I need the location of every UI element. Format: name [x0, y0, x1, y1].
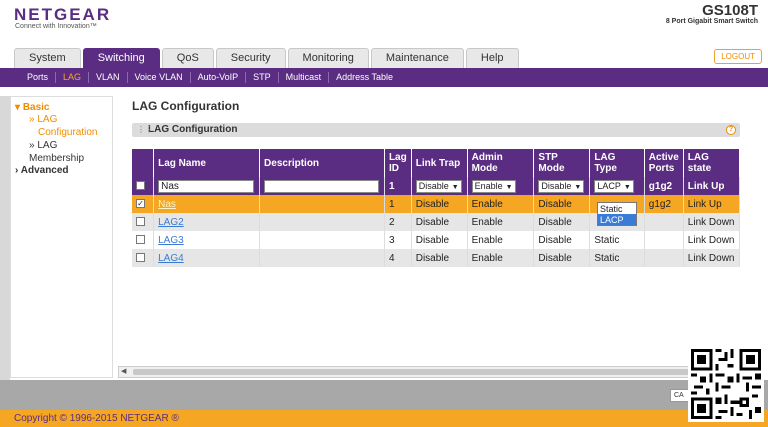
lag-name-link[interactable]: LAG4	[158, 253, 184, 264]
header-link-trap[interactable]: Link Trap	[411, 149, 468, 177]
qr-code-icon	[688, 346, 764, 422]
subnav-ports[interactable]: Ports	[20, 72, 57, 83]
dropdown-arrow-icon: ▼	[574, 183, 582, 191]
button-bar	[0, 380, 768, 410]
nav-basic[interactable]: ▾ Basic	[15, 102, 110, 113]
subnav-lag[interactable]: LAG	[56, 72, 90, 83]
lag-type-select[interactable]: LACP ▼	[594, 179, 634, 193]
row-checkbox[interactable]	[136, 253, 145, 263]
lag-name-link[interactable]: LAG2	[158, 217, 184, 228]
scrollbar-thumb[interactable]	[133, 369, 693, 375]
subnav-voice-vlan[interactable]: Voice VLAN	[128, 72, 191, 83]
lag-type-dropdown-list: Static LACP	[597, 202, 637, 226]
lag-name-link[interactable]: LAG3	[158, 235, 184, 246]
tab-security[interactable]: Security	[215, 48, 286, 68]
logo-tagline: Connect with Innovation™	[15, 23, 97, 30]
dropdown-arrow-icon: ▼	[623, 183, 631, 191]
header-admin-mode[interactable]: Admin Mode	[467, 149, 535, 177]
scroll-left-icon[interactable]: ◀	[121, 367, 126, 377]
subnav-multicast[interactable]: Multicast	[279, 72, 330, 83]
tab-switching[interactable]: Switching	[82, 48, 160, 68]
tab-qos[interactable]: QoS	[161, 48, 214, 68]
subnav-vlan[interactable]: VLAN	[89, 72, 128, 83]
product-name: GS108T	[702, 2, 758, 19]
edit-lag-id: 1	[384, 177, 412, 195]
row-checkbox[interactable]	[136, 217, 145, 227]
footer: Copyright © 1996-2015 NETGEAR ®	[0, 410, 768, 427]
subnav-address-table[interactable]: Address Table	[329, 72, 400, 83]
tab-system[interactable]: System	[14, 48, 81, 68]
section-header: ⋮⋮ LAG Configuration ?	[132, 123, 740, 137]
row-checkbox[interactable]: ✓	[136, 199, 145, 209]
subnav-stp[interactable]: STP	[246, 72, 279, 83]
logout-button[interactable]: LOGOUT	[714, 49, 762, 64]
content-area: LAG Configuration ⋮⋮ LAG Configuration ?…	[118, 88, 758, 380]
header-lag-type[interactable]: LAG Type	[589, 149, 645, 177]
lag-name-link[interactable]: Nas	[158, 199, 176, 210]
edit-active-ports: g1g2	[644, 177, 684, 195]
horizontal-scrollbar[interactable]: ◀	[118, 366, 693, 378]
header-select	[132, 149, 155, 177]
dropdown-arrow-icon: ▼	[505, 183, 513, 191]
header-description[interactable]: Description	[259, 149, 385, 177]
header-stp-mode[interactable]: STP Mode	[533, 149, 591, 177]
table-header-row: Lag Name Description Lag ID Link Trap Ad…	[132, 149, 741, 177]
product-subtitle: 8 Port Gigabit Smart Switch	[665, 18, 758, 25]
row-checkbox[interactable]	[136, 235, 145, 245]
admin-mode-select[interactable]: Enable ▼	[471, 179, 516, 193]
header-lag-id[interactable]: Lag ID	[384, 149, 412, 177]
edit-lag-state: Link Up	[683, 177, 741, 195]
table-row[interactable]: LAG2 2 Disable Enable Disable Link Down	[132, 213, 741, 231]
header-lag-state[interactable]: LAG state	[683, 149, 741, 177]
table-row[interactable]: LAG3 3 Disable Enable Disable Static Lin…	[132, 231, 741, 249]
lag-table: Lag Name Description Lag ID Link Trap Ad…	[132, 149, 741, 267]
table-row[interactable]: LAG4 4 Disable Enable Disable Static Lin…	[132, 249, 741, 267]
subnav-auto-voip[interactable]: Auto-VoIP	[191, 72, 247, 83]
help-icon[interactable]: ?	[726, 125, 736, 135]
nav-lag-configuration[interactable]: » LAG Configuration	[15, 113, 110, 139]
left-gutter	[0, 96, 10, 380]
description-input[interactable]	[264, 179, 380, 193]
stp-mode-select[interactable]: Disable ▼	[538, 179, 585, 193]
edit-row: Nas 1 Disable ▼ Enable ▼ Disable ▼ LACP ▼ g1…	[132, 177, 741, 195]
tab-help[interactable]: Help	[465, 48, 519, 68]
sub-nav: Ports LAG VLAN Voice VLAN Auto-VoIP STP …	[0, 68, 768, 87]
header-active-ports[interactable]: Active Ports	[644, 149, 684, 177]
nav-advanced[interactable]: › Advanced	[15, 165, 110, 176]
dropdown-arrow-icon: ▼	[451, 183, 459, 191]
nav-lag-membership[interactable]: » LAG Membership	[15, 139, 110, 165]
left-nav: ▾ Basic » LAG Configuration » LAG Member…	[10, 96, 113, 378]
tab-monitoring[interactable]: Monitoring	[287, 48, 369, 68]
dropdown-option-lacp[interactable]: LACP	[598, 214, 636, 225]
app-header: NETGEAR Connect with Innovation™ GS108T …	[0, 0, 768, 48]
main-tabs: System Switching QoS Security Monitoring…	[14, 48, 519, 68]
netgear-logo: NETGEAR	[14, 5, 112, 24]
link-trap-select[interactable]: Disable ▼	[415, 179, 462, 193]
collapse-dots-icon: ⋮⋮	[137, 125, 153, 134]
page-title: LAG Configuration	[132, 99, 240, 113]
header-lag-name[interactable]: Lag Name	[153, 149, 261, 177]
select-all-checkbox[interactable]	[136, 181, 145, 191]
dropdown-option-static[interactable]: Static	[598, 203, 636, 214]
table-row[interactable]: ✓ Nas 1 Disable Enable Disable g1g2 Link…	[132, 195, 741, 213]
caret-down-icon: ▾	[15, 102, 23, 113]
tab-maintenance[interactable]: Maintenance	[370, 48, 464, 68]
lag-name-input[interactable]: Nas	[158, 179, 255, 193]
